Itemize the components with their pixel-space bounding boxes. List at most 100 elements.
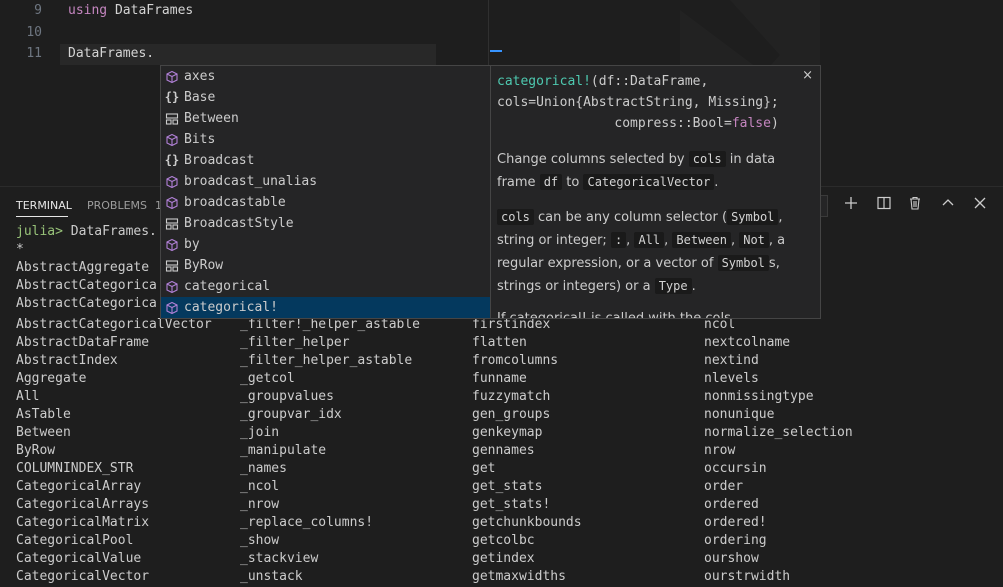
completion-entry: CategoricalMatrix (16, 515, 150, 530)
completion-entry: Between (16, 425, 71, 440)
cube-icon (164, 297, 180, 318)
completion-entry: AbstractDataFrame (16, 335, 150, 350)
completion-entry: occursin (704, 461, 767, 476)
completion-entry: get_stats (472, 479, 543, 494)
doc-paragraph: cols can be any column selector (Symbol,… (497, 206, 815, 298)
terminal-line: AbstractCategorica (16, 278, 157, 293)
braces-icon: {} (164, 90, 180, 104)
doc-text: Change columns selected by (497, 152, 689, 167)
completion-entry: ourstrwidth (704, 569, 791, 584)
suggest-item[interactable]: categorical! (161, 297, 491, 318)
signature-text: ) (770, 116, 779, 131)
completion-entry: flatten (472, 335, 527, 350)
add-icon[interactable] (840, 194, 862, 216)
terminal-output[interactable]: julia> DataFrames. * AbstractAggregate A… (16, 223, 157, 313)
cube-icon (164, 276, 180, 297)
suggest-item-label: ByRow (184, 258, 224, 273)
suggest-item[interactable]: categorical (161, 276, 491, 297)
completion-entry: _names (240, 461, 287, 476)
completion-entry: getchunkbounds (472, 515, 582, 530)
completion-entry: CategoricalVector (16, 569, 150, 584)
active-tab-indicator (16, 216, 68, 217)
suggest-item[interactable]: Between (161, 108, 491, 129)
line-number: 9 (34, 3, 42, 18)
completion-entry: AsTable (16, 407, 71, 422)
completion-entry: get (472, 461, 496, 476)
completion-entry: _filter_helper (240, 335, 350, 350)
suggest-widget[interactable]: axes {} Base Between Bits {} Broadcast broadcas… (160, 65, 491, 319)
suggest-item-label: categorical! (184, 300, 278, 315)
signature-text: compress::Bool= (497, 116, 732, 131)
line-number: 11 (26, 46, 42, 61)
inline-code: Type (654, 278, 692, 294)
trash-icon[interactable] (904, 194, 926, 216)
terminal-prompt-line: julia> DataFrames. (16, 223, 157, 241)
close-details-icon[interactable]: × (802, 68, 813, 83)
struct-icon (164, 213, 180, 234)
suggest-item[interactable]: BroadcastStyle (161, 213, 491, 234)
suggest-item-label: Base (184, 90, 216, 105)
completion-column: AbstractCategoricalVector AbstractDataFra… (16, 316, 212, 586)
suggest-item-label: axes (184, 69, 216, 84)
completion-entry: _groupvar_idx (240, 407, 342, 422)
completion-entry: _nrow (240, 497, 280, 512)
text-cursor (490, 50, 502, 52)
close-icon[interactable] (969, 194, 991, 216)
cube-icon (164, 171, 180, 192)
completion-entry: normalize_selection (704, 425, 853, 440)
tab-problems[interactable]: PROBLEMS (87, 199, 147, 212)
completion-column: ncol nextcolname nextind nlevels nonmissingt… (704, 316, 853, 586)
completion-column: firstindex flatten fromcolumns funname fuzzy… (472, 316, 582, 586)
inline-code: Symbol (727, 209, 779, 225)
suggest-item[interactable]: broadcast_unalias (161, 171, 491, 192)
completion-entry: getmaxwidths (472, 569, 566, 584)
suggest-item[interactable]: broadcastable (161, 192, 491, 213)
cube-icon (164, 192, 180, 213)
cube-icon (164, 66, 180, 87)
completion-entry: CategoricalArray (16, 479, 142, 494)
completion-entry: get_stats! (472, 497, 551, 512)
cube-icon (164, 234, 180, 255)
completion-entry: _filter_helper_astable (240, 353, 413, 368)
suggest-item[interactable]: ByRow (161, 255, 491, 276)
split-icon[interactable] (873, 194, 895, 216)
completion-entry: _getcol (240, 371, 295, 386)
completion-entry: _manipulate (240, 443, 327, 458)
inline-code: cols (497, 209, 534, 225)
completion-entry: nonmissingtype (704, 389, 814, 404)
completion-entry: ourshow (704, 551, 759, 566)
line-number: 10 (26, 25, 42, 40)
completion-entry: ByRow (16, 443, 56, 458)
signature-text: cols=Union{AbstractString, Missing}; (497, 95, 779, 110)
inline-code: cols (688, 151, 726, 167)
suggest-item[interactable]: {} Broadcast (161, 150, 491, 171)
completion-entry: AbstractIndex (16, 353, 118, 368)
doc-paragraph-partial: If categorical! is called with the cols (497, 311, 731, 319)
completion-entry: ordering (704, 533, 767, 548)
suggest-item[interactable]: axes (161, 66, 491, 87)
completion-entry: nrow (704, 443, 736, 458)
suggest-item[interactable]: {} Base (161, 87, 491, 108)
suggest-item[interactable]: by (161, 234, 491, 255)
completion-entry: ordered! (704, 515, 767, 530)
completion-entry: Aggregate (16, 371, 87, 386)
suggest-item-label: categorical (184, 279, 271, 294)
doc-text: to (562, 175, 584, 190)
suggest-item-label: by (184, 237, 200, 252)
code-line[interactable]: using DataFrames (68, 3, 193, 18)
suggest-item-label: broadcastable (184, 195, 286, 210)
function-name: categorical! (497, 74, 591, 89)
chevron-up-icon[interactable] (937, 194, 959, 216)
code-line[interactable]: DataFrames. (68, 46, 154, 61)
struct-icon (164, 255, 180, 276)
completion-entry: order (704, 479, 744, 494)
completion-entry: CategoricalPool (16, 533, 134, 548)
inline-code: CategoricalVector (583, 174, 715, 190)
completion-entry: _join (240, 425, 280, 440)
doc-paragraph: Change columns selected by cols in data … (497, 148, 815, 194)
completion-entry: nlevels (704, 371, 759, 386)
suggest-item-label: broadcast_unalias (184, 174, 318, 189)
tab-terminal[interactable]: TERMINAL (16, 199, 72, 212)
suggest-item[interactable]: Bits (161, 129, 491, 150)
completion-entry: genkeymap (472, 425, 543, 440)
